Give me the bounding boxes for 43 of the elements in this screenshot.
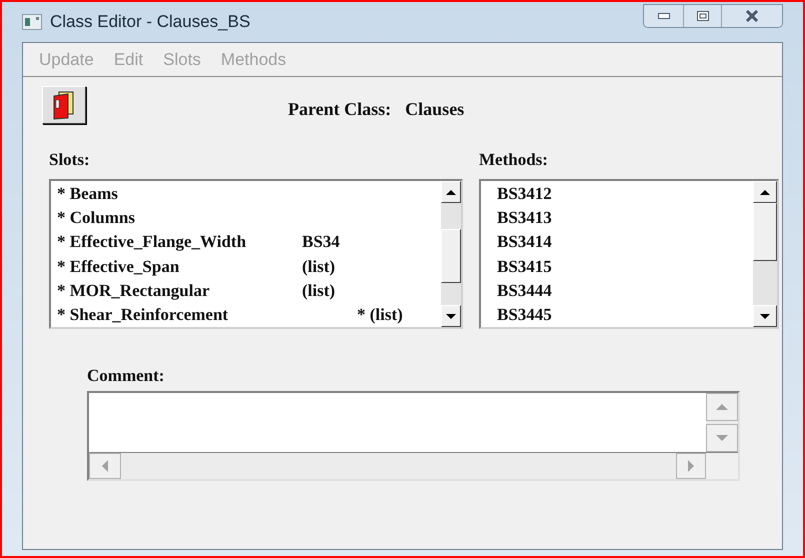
methods-label: Methods: <box>479 149 549 167</box>
down-arrow-icon <box>716 435 728 441</box>
method-item[interactable]: BS3412 <box>497 182 552 206</box>
left-arrow-icon <box>102 460 108 472</box>
slots-list[interactable]: * Beams * Columns * Effective_Flange_Width BS34 * Effective_Span (list) * MOR_Rectangular (list) * Shear_Reinforcement * (list) <box>49 179 463 329</box>
slot-name[interactable]: * Effective_Span <box>57 254 302 279</box>
parent-class-value: Clauses <box>405 98 464 121</box>
close-icon <box>745 10 759 22</box>
down-arrow-icon <box>446 314 456 318</box>
scroll-thumb[interactable] <box>441 229 461 283</box>
class-book-button[interactable] <box>42 86 86 124</box>
method-item[interactable]: BS3414 <box>497 230 552 255</box>
slot-tag: BS34 <box>302 230 340 255</box>
app-icon <box>22 14 42 30</box>
maximize-button[interactable] <box>684 5 722 27</box>
slot-name[interactable]: * Beams <box>57 182 302 206</box>
right-arrow-icon <box>688 460 694 472</box>
slot-name[interactable]: * Effective_Flange_Width <box>57 230 302 255</box>
method-item[interactable]: BS3413 <box>497 206 552 230</box>
up-arrow-icon <box>760 190 770 194</box>
maximize-icon <box>696 11 708 21</box>
minimize-button[interactable] <box>644 5 684 27</box>
slots-label: Slots: <box>49 149 91 167</box>
close-button[interactable] <box>722 5 782 27</box>
up-arrow-icon <box>446 190 456 194</box>
comment-field[interactable] <box>89 393 706 452</box>
down-arrow-icon <box>760 314 770 318</box>
slot-tag: (list) <box>302 254 336 279</box>
parent-class-label: Parent Class: <box>288 98 392 121</box>
method-item[interactable]: BS3415 <box>497 254 552 279</box>
method-item[interactable]: BS3445 <box>497 303 552 327</box>
slot-name[interactable]: * Shear_Reinforcement <box>57 303 357 327</box>
up-arrow-icon <box>716 404 728 410</box>
window-title: Class Editor - Clauses_BS <box>50 11 250 34</box>
scroll-thumb[interactable] <box>753 203 777 261</box>
slot-name[interactable]: * MOR_Rectangular <box>57 278 302 304</box>
comment-label: Comment: <box>87 365 166 383</box>
methods-list[interactable]: BS3412 BS3413 BS3414 BS3415 BS3444 BS3445 <box>479 179 779 329</box>
slot-name[interactable]: * Columns <box>57 206 302 230</box>
minimize-icon <box>658 13 670 19</box>
slot-tag: (list) <box>302 278 336 304</box>
method-item[interactable]: BS3444 <box>497 278 552 304</box>
slot-tag: * (list) <box>357 303 403 327</box>
